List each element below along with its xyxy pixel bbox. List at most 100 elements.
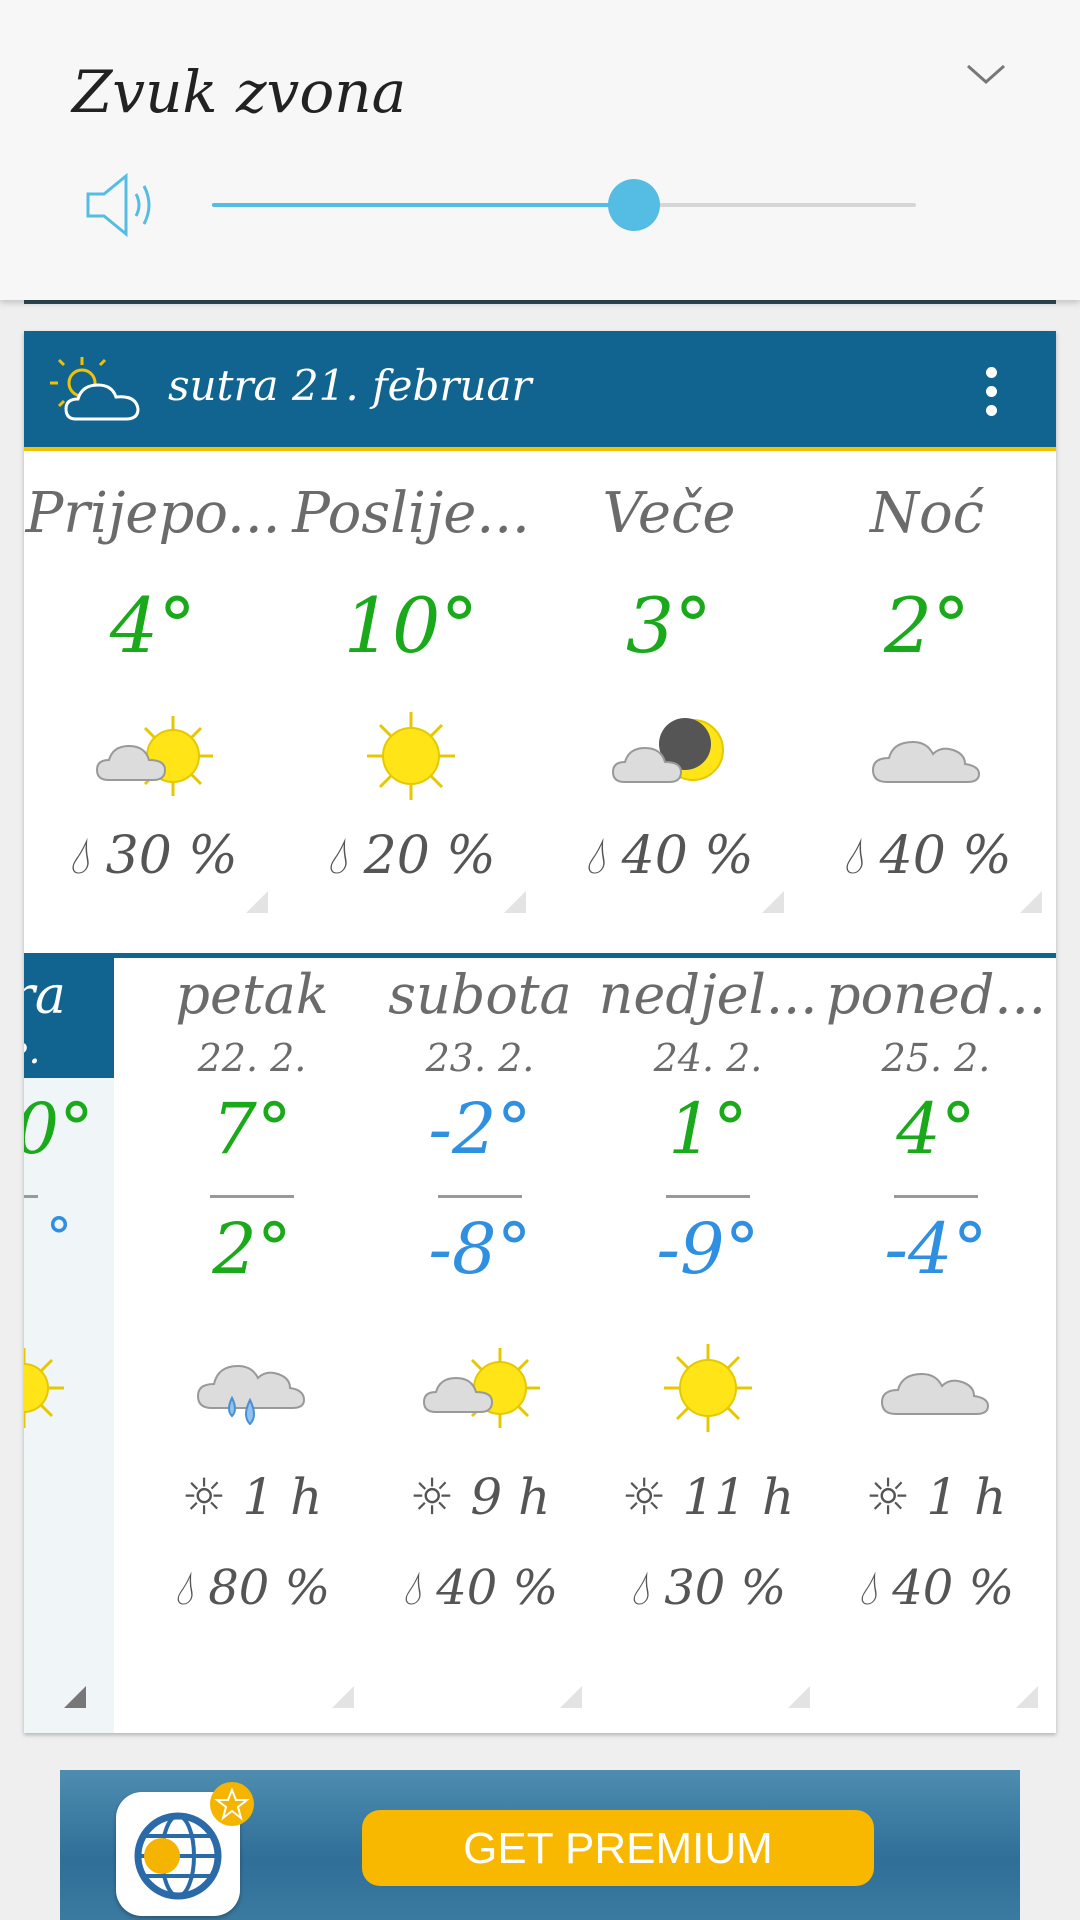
get-premium-button[interactable]: GET PREMIUM	[362, 1810, 874, 1886]
cloud-rain-icon	[196, 1364, 306, 1426]
drop-icon: 💧︎	[401, 1560, 421, 1616]
day-high: 0°	[24, 1088, 94, 1170]
speaker-icon[interactable]	[84, 170, 160, 240]
volume-slider-fill	[212, 203, 635, 207]
chevron-down-icon[interactable]	[964, 60, 1008, 90]
day-high: -2°	[428, 1088, 532, 1170]
star-badge-icon	[210, 1782, 254, 1826]
day-column-today[interactable]: ra e. 0° ° h 0	[24, 958, 114, 1733]
day-name: petak	[175, 963, 329, 1026]
day-column[interactable]: poned... 25. 2. 4° -4° ☼ 1 h 💧︎ 40 %	[822, 958, 1050, 1733]
sun-icon	[24, 1348, 64, 1428]
day-name: subota	[388, 963, 572, 1026]
day-name: nedjel...	[598, 963, 818, 1026]
temp-separator	[24, 1195, 38, 1198]
day-low: -4°	[884, 1208, 988, 1290]
day-date: 25. 2.	[881, 1036, 991, 1080]
weather-card: sutra 21. februar Prijepo... 4° 💧︎ 30 % …	[24, 331, 1056, 1733]
daily-forecast: ra e. 0° ° h 0 petak 22. 2. 7° 2°	[24, 958, 1056, 1733]
drop-icon: 💧︎	[173, 1560, 193, 1616]
sun-small-icon: ☼	[865, 1468, 911, 1526]
expand-corner-icon	[762, 891, 784, 913]
volume-slider-thumb[interactable]	[608, 179, 661, 231]
sunshine-hours: 11 h	[682, 1468, 795, 1526]
partly-sunny-icon	[422, 1348, 540, 1428]
part-label: Prijepo...	[25, 481, 281, 546]
precipitation: 💧︎ 80 %	[138, 1558, 366, 1678]
day-date: 24. 2.	[653, 1036, 763, 1080]
day-high: 1°	[668, 1088, 748, 1170]
part-temperature: 10°	[343, 581, 479, 670]
temp-separator	[438, 1195, 522, 1198]
drop-icon: 💧︎	[584, 826, 606, 886]
expand-corner-icon	[1020, 891, 1042, 913]
drop-icon: 💧︎	[326, 826, 348, 886]
precipitation-value: 30 %	[105, 826, 238, 886]
day-name: ra	[24, 966, 66, 1026]
expand-corner-icon	[504, 891, 526, 913]
precipitation: 💧︎ 40 %	[540, 826, 798, 887]
precipitation-value: 0	[24, 1558, 102, 1678]
volume-panel: Zvuk zvona	[0, 0, 1080, 300]
day-date: e.	[24, 1028, 41, 1072]
sunshine-hours: 1 h	[926, 1468, 1007, 1526]
sunshine: ☼ 1 h	[822, 1468, 1050, 1526]
day-column[interactable]: petak 22. 2. 7° 2° ☼ 1 h 💧︎ 80 %	[138, 958, 366, 1733]
drop-icon: 💧︎	[842, 826, 864, 886]
today-header: ra e.	[24, 958, 114, 1078]
partly-sunny-icon	[95, 716, 213, 796]
sunshine-hours: 9 h	[470, 1468, 551, 1526]
expand-corner-icon	[1016, 1686, 1038, 1708]
precipitation-value: 30 %	[664, 1560, 787, 1616]
sunshine: ☼ 1 h	[138, 1468, 366, 1526]
expand-corner-icon	[560, 1686, 582, 1708]
sun-small-icon: ☼	[621, 1468, 667, 1526]
day-column[interactable]: nedjel... 24. 2. 1° -9° ☼ 11 h 💧︎ 30 %	[594, 958, 822, 1733]
day-low: -9°	[656, 1208, 760, 1290]
precipitation-value: 40 %	[879, 826, 1012, 886]
sun-icon	[664, 1344, 752, 1432]
cloud-icon	[880, 1372, 990, 1415]
temp-separator	[210, 1195, 294, 1198]
part-temperature: 2°	[883, 581, 971, 670]
drop-icon: 💧︎	[68, 826, 90, 886]
more-options-icon[interactable]	[986, 367, 998, 417]
card-title: sutra 21. februar	[168, 361, 532, 410]
part-label: Noć	[869, 481, 985, 546]
cloud-moon-icon	[611, 718, 724, 783]
precipitation: 💧︎ 40 %	[822, 1558, 1050, 1678]
volume-slider[interactable]	[212, 179, 916, 231]
premium-banner[interactable]: GET PREMIUM	[60, 1770, 1020, 1920]
temp-separator	[894, 1195, 978, 1198]
drop-icon: 💧︎	[629, 1560, 649, 1616]
precipitation: 💧︎ 20 %	[282, 826, 540, 887]
sunshine-hours: 1 h	[242, 1468, 323, 1526]
expand-corner-icon	[246, 891, 268, 913]
precipitation-value: 40 %	[621, 826, 754, 886]
day-column[interactable]: subota 23. 2. -2° -8° ☼ 9 h 💧︎ 40 %	[366, 958, 594, 1733]
precipitation: 💧︎ 30 %	[594, 1558, 822, 1678]
expand-corner-icon	[788, 1686, 810, 1708]
cloud-icon	[871, 740, 981, 783]
precipitation-value: 40 %	[436, 1560, 559, 1616]
sunshine: ☼ 11 h	[594, 1468, 822, 1526]
day-high: 4°	[896, 1088, 976, 1170]
volume-title: Zvuk zvona	[72, 58, 407, 126]
day-name: poned...	[826, 963, 1046, 1026]
sun-icon	[367, 712, 455, 800]
day-low: -8°	[428, 1208, 532, 1290]
drop-icon: 💧︎	[857, 1560, 877, 1616]
precipitation: 💧︎ 40 %	[798, 826, 1056, 887]
part-temperature: 4°	[109, 581, 197, 670]
day-low: °	[46, 1208, 72, 1268]
sunshine-hours: h	[24, 1468, 82, 1526]
card-header: sutra 21. februar	[24, 331, 1056, 451]
part-label: Veče	[602, 481, 736, 546]
sunshine: ☼ 9 h	[366, 1468, 594, 1526]
sun-small-icon: ☼	[409, 1468, 455, 1526]
expand-corner-icon	[64, 1686, 86, 1708]
precipitation: 💧︎ 30 %	[24, 826, 282, 887]
part-temperature: 3°	[625, 581, 713, 670]
precipitation-value: 40 %	[892, 1560, 1015, 1616]
precipitation-value: 80 %	[208, 1560, 331, 1616]
